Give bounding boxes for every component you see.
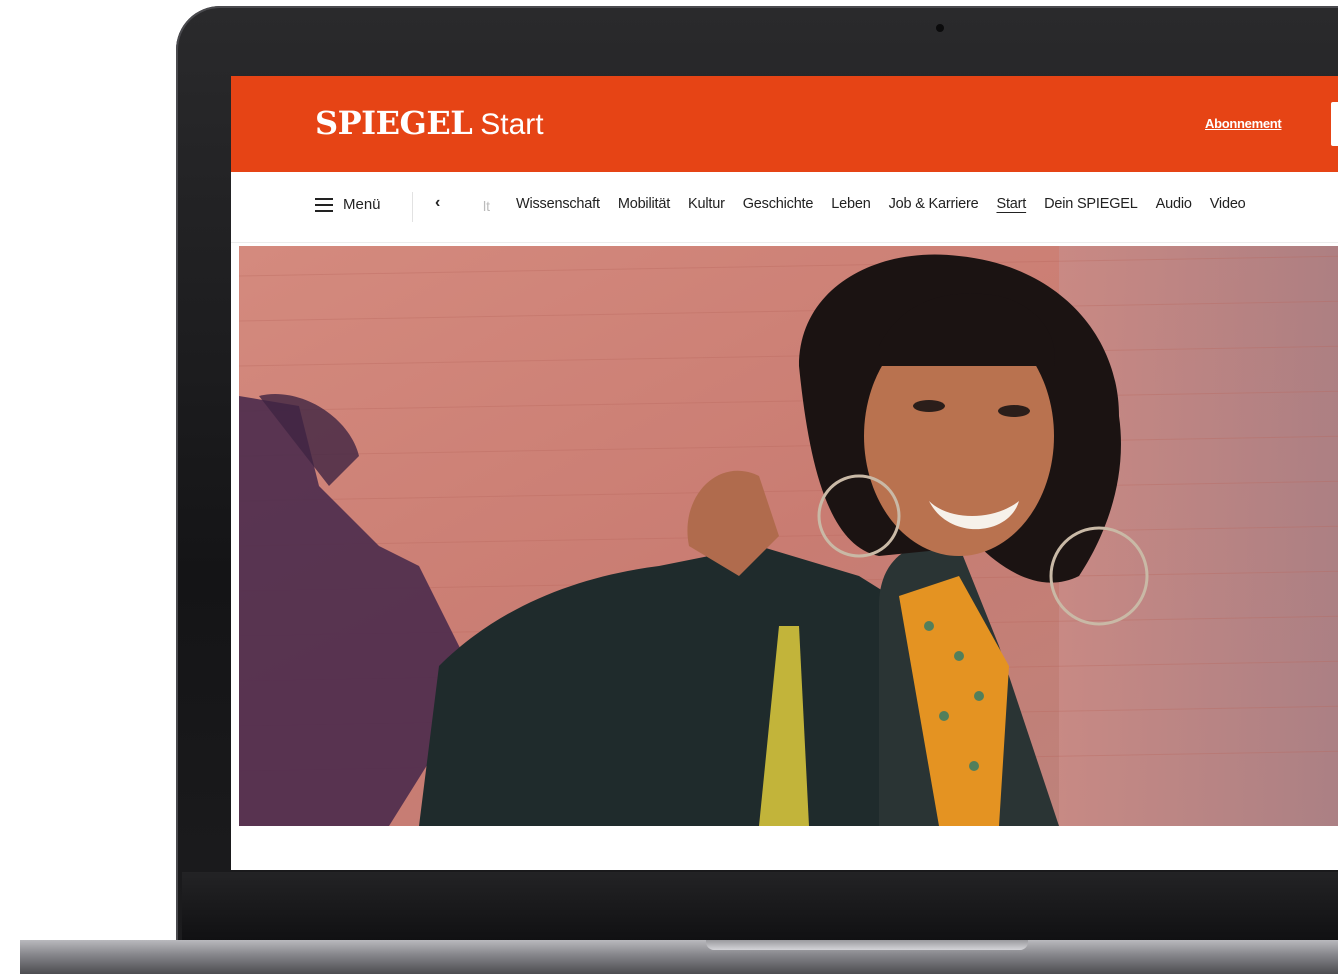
menu-button[interactable]: Menü (315, 196, 381, 213)
laptop-mockup: SPIEGEL Start Abonnement Menü ‹ lt Wisse… (0, 0, 1338, 974)
hero-photo (239, 246, 1338, 826)
nav-divider (412, 192, 413, 222)
nav-item-1[interactable]: Mobilität (618, 196, 670, 212)
nav-item-0[interactable]: Wissenschaft (516, 196, 600, 212)
menu-label: Menü (343, 196, 381, 213)
nav-item-5[interactable]: Job & Karriere (889, 196, 979, 212)
below-hero-area (231, 826, 1338, 870)
subscription-link[interactable]: Abonnement (1205, 116, 1282, 131)
nav-item-6[interactable]: Start (996, 196, 1026, 212)
laptop-chin (182, 872, 1338, 942)
nav-items: Wissenschaft Mobilität Kultur Geschichte Leb… (516, 196, 1264, 212)
logo-section: Start (480, 108, 544, 141)
nav-item-faded[interactable]: lt (483, 198, 490, 214)
section-nav: Menü ‹ lt Wissenschaft Mobilität Kultur Ges… (231, 172, 1338, 243)
browser-viewport: SPIEGEL Start Abonnement Menü ‹ lt Wisse… (231, 76, 1338, 870)
account-button[interactable] (1331, 102, 1338, 146)
site-logo[interactable]: SPIEGEL Start (315, 104, 544, 142)
nav-item-4[interactable]: Leben (831, 196, 871, 212)
hero-image[interactable] (239, 246, 1338, 826)
logo-brand: SPIEGEL (315, 104, 473, 142)
webcam (936, 24, 944, 32)
hamburger-icon (315, 197, 333, 212)
nav-item-8[interactable]: Audio (1156, 196, 1192, 212)
laptop-base (20, 940, 1338, 974)
chevron-left-icon[interactable]: ‹ (435, 194, 440, 212)
nav-item-2[interactable]: Kultur (688, 196, 725, 212)
site-header: SPIEGEL Start Abonnement (231, 76, 1338, 172)
nav-item-7[interactable]: Dein SPIEGEL (1044, 196, 1138, 212)
nav-item-9[interactable]: Video (1210, 196, 1246, 212)
nav-item-3[interactable]: Geschichte (743, 196, 814, 212)
laptop-opening-notch (706, 940, 1028, 950)
